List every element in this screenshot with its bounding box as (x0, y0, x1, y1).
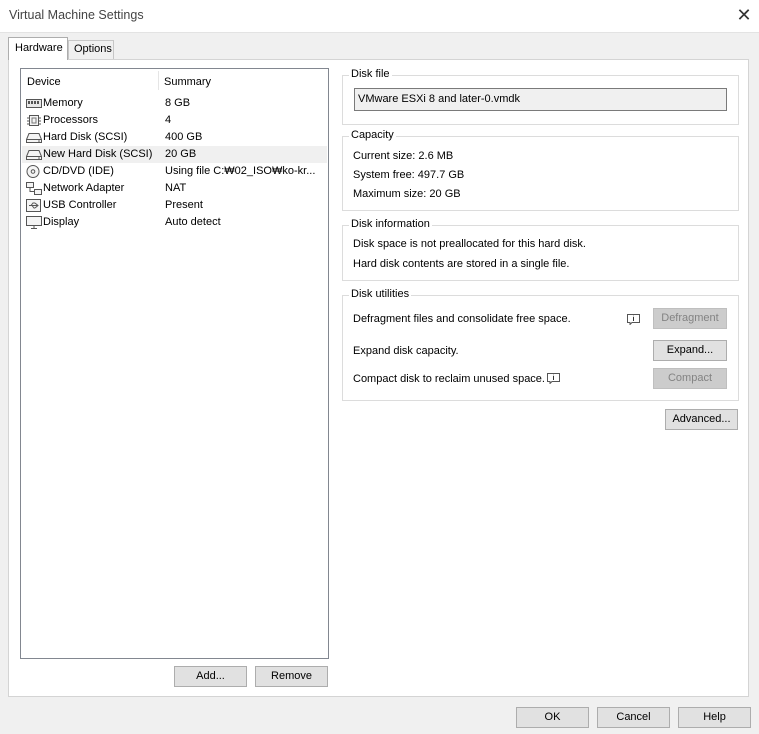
hard-disk-icon (26, 131, 42, 144)
window-title: Virtual Machine Settings (9, 8, 144, 22)
system-free: System free: 497.7 GB (353, 169, 465, 181)
usb-icon (26, 199, 42, 212)
group-title: Capacity (349, 129, 396, 141)
column-header-summary[interactable]: Summary (164, 76, 211, 88)
device-row-new-hard-disk[interactable]: New Hard Disk (SCSI) 20 GB (22, 146, 327, 163)
device-name: New Hard Disk (SCSI) (43, 148, 153, 160)
remove-device-button[interactable]: Remove (255, 666, 328, 687)
device-summary: 20 GB (165, 148, 197, 160)
current-size: Current size: 2.6 MB (353, 150, 454, 162)
device-row-processors[interactable]: Processors 4 (22, 112, 327, 129)
device-summary: 8 GB (165, 97, 191, 109)
device-row-network-adapter[interactable]: Network Adapter NAT (22, 180, 327, 197)
close-icon[interactable]: ✕ (729, 0, 759, 30)
hard-disk-icon (26, 148, 42, 161)
info-icon[interactable] (547, 373, 560, 385)
device-summary: Auto detect (165, 216, 221, 228)
group-title: Disk utilities (349, 288, 412, 300)
defragment-text: Defragment files and consolidate free sp… (353, 313, 571, 325)
cd-dvd-icon (26, 165, 42, 178)
device-row-hard-disk[interactable]: Hard Disk (SCSI) 400 GB (22, 129, 327, 146)
cancel-button[interactable]: Cancel (597, 707, 670, 728)
memory-icon (26, 97, 42, 110)
disk-info-line: Hard disk contents are stored in a singl… (353, 258, 570, 270)
device-row-cd-dvd[interactable]: CD/DVD (IDE) Using file C:₩02_ISO₩ko-kr.… (22, 163, 327, 180)
device-name: USB Controller (43, 199, 117, 211)
column-separator[interactable] (158, 71, 159, 90)
compact-button[interactable]: Compact (653, 368, 727, 389)
processor-icon (26, 114, 42, 127)
disk-information-group: Disk information Disk space is not preal… (342, 218, 739, 281)
device-name: Processors (43, 114, 99, 126)
device-row-usb-controller[interactable]: USB Controller Present (22, 197, 327, 214)
advanced-button[interactable]: Advanced... (665, 409, 738, 430)
device-summary: Present (165, 199, 203, 211)
group-title: Disk information (349, 218, 432, 230)
compact-text: Compact disk to reclaim unused space. (353, 373, 545, 385)
disk-info-line: Disk space is not preallocated for this … (353, 238, 586, 250)
network-adapter-icon (26, 182, 42, 195)
device-name: Display (43, 216, 80, 228)
group-title: Disk file (349, 68, 392, 80)
add-device-button[interactable]: Add... (174, 666, 247, 687)
disk-utilities-group: Disk utilities Defragment files and cons… (342, 288, 739, 401)
maximum-size: Maximum size: 20 GB (353, 188, 461, 200)
device-list[interactable]: Device Summary Memory 8 GB Processors 4 … (20, 68, 329, 659)
defragment-button[interactable]: Defragment (653, 308, 727, 329)
help-button[interactable]: Help (678, 707, 751, 728)
tab-hardware[interactable]: Hardware (8, 37, 68, 60)
device-name: Hard Disk (SCSI) (43, 131, 128, 143)
device-name: CD/DVD (IDE) (43, 165, 114, 177)
info-icon[interactable] (627, 314, 640, 326)
disk-file-field[interactable]: VMware ESXi 8 and later-0.vmdk (354, 88, 727, 111)
device-name: Network Adapter (43, 182, 125, 194)
tab-options[interactable]: Options (68, 40, 114, 59)
expand-text: Expand disk capacity. (353, 345, 459, 357)
column-header-device[interactable]: Device (27, 76, 61, 88)
title-bar: Virtual Machine Settings ✕ (0, 0, 759, 33)
device-summary: 4 (165, 114, 172, 126)
capacity-group: Capacity Current size: 2.6 MB System fre… (342, 129, 739, 211)
device-name: Memory (43, 97, 83, 109)
display-icon (26, 216, 42, 229)
device-summary: 400 GB (165, 131, 203, 143)
disk-file-group: Disk file VMware ESXi 8 and later-0.vmdk (342, 68, 739, 125)
device-row-memory[interactable]: Memory 8 GB (22, 95, 327, 112)
device-row-display[interactable]: Display Auto detect (22, 214, 327, 231)
device-summary: NAT (165, 182, 187, 194)
expand-button[interactable]: Expand... (653, 340, 727, 361)
ok-button[interactable]: OK (516, 707, 589, 728)
list-header: Device Summary (21, 69, 328, 93)
device-summary: Using file C:₩02_ISO₩ko-kr... (165, 165, 316, 177)
